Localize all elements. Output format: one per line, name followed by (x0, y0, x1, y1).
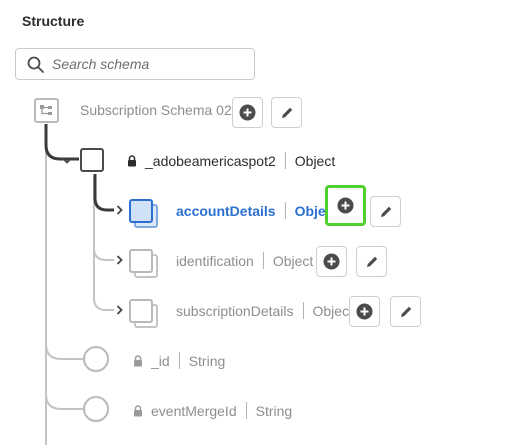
object-icon (129, 249, 153, 273)
root-edit-button[interactable] (271, 97, 302, 128)
subscription-details-edit-button[interactable] (390, 296, 421, 327)
tenant-object-icon (80, 148, 104, 172)
lock-icon (128, 155, 136, 167)
field-id[interactable]: _id String (133, 352, 225, 369)
add-icon (337, 197, 354, 214)
edit-icon (400, 306, 411, 317)
object-icon (129, 199, 153, 223)
identification-add-button[interactable] (316, 246, 347, 277)
schema-root-label: Subscription Schema 023 (80, 102, 240, 118)
string-field-icon (83, 346, 109, 372)
add-icon (239, 104, 256, 121)
chevron-right-icon[interactable] (116, 205, 124, 218)
child-field-account-details[interactable]: accountDetails Object (176, 202, 338, 219)
add-icon (356, 303, 373, 320)
chevron-right-icon[interactable] (116, 255, 124, 268)
field-event-merge-id[interactable]: eventMergeId String (133, 402, 292, 419)
root-add-button[interactable] (232, 97, 263, 128)
schema-root-icon (34, 98, 59, 123)
identification-edit-button[interactable] (356, 246, 387, 277)
child-field-identification[interactable]: identification Object (176, 252, 313, 269)
subscription-details-add-button[interactable] (349, 296, 380, 327)
chevron-right-icon[interactable] (116, 305, 124, 318)
tenant-field[interactable]: _adobeamericaspot2 Object (127, 152, 335, 169)
edit-icon (366, 256, 377, 267)
object-icon (129, 299, 153, 323)
lock-icon (134, 405, 142, 417)
account-details-add-button[interactable] (325, 185, 366, 226)
tree-connectors (44, 124, 114, 445)
account-details-edit-button[interactable] (370, 196, 401, 227)
edit-icon (380, 206, 391, 217)
add-icon (323, 253, 340, 270)
chevron-down-icon[interactable] (62, 156, 72, 168)
edit-icon (281, 107, 292, 118)
lock-icon (134, 355, 142, 367)
string-field-icon (83, 396, 109, 422)
child-field-subscription-details[interactable]: subscriptionDetails Object (176, 302, 353, 319)
